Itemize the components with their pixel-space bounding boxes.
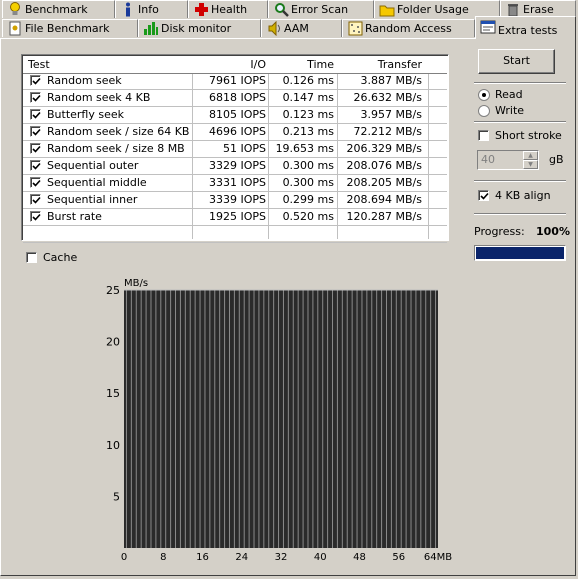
x-tick-label: 64MB bbox=[424, 552, 452, 563]
extra-tests-icon bbox=[480, 20, 496, 35]
y-tick-label: 20 bbox=[106, 336, 120, 349]
x-tick-label: 48 bbox=[353, 552, 366, 563]
x-tick-label: 0 bbox=[121, 552, 127, 563]
y-tick-label: 5 bbox=[113, 490, 120, 503]
tab-label: Extra tests bbox=[498, 23, 558, 37]
transfer-chart: 5 10 15 20 25 0 8 16 24 32 40 48 56 64MB MB/s bbox=[106, 278, 452, 563]
x-tick-label: 8 bbox=[160, 552, 166, 563]
x-tick-label: 16 bbox=[196, 552, 209, 563]
x-tick-label: 32 bbox=[275, 552, 288, 563]
x-tick-label: 24 bbox=[235, 552, 248, 563]
y-tick-label: 15 bbox=[106, 387, 120, 400]
y-axis-label: MB/s bbox=[124, 278, 148, 289]
x-tick-label: 40 bbox=[314, 552, 327, 563]
x-tick-label: 56 bbox=[392, 552, 405, 563]
y-tick-label: 25 bbox=[106, 284, 120, 297]
tab-extra-tests[interactable]: Extra tests bbox=[475, 16, 576, 39]
y-tick-label: 10 bbox=[106, 439, 120, 452]
